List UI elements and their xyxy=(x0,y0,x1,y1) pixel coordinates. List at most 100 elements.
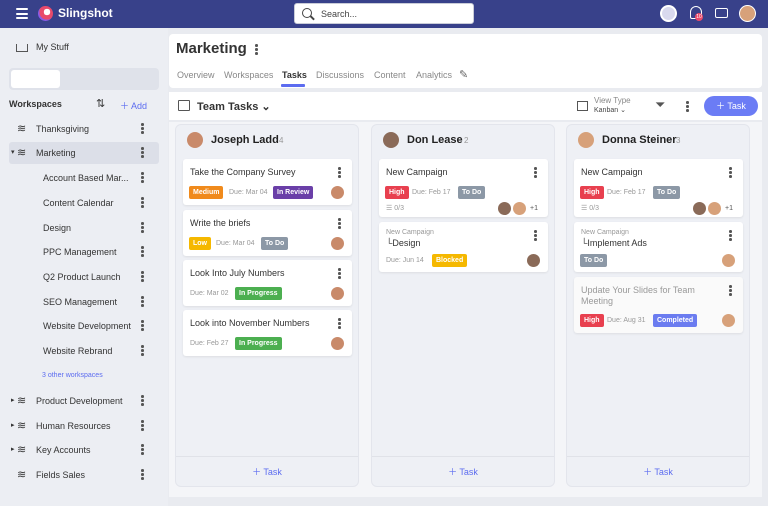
add-task-label: Task xyxy=(263,467,282,477)
sidebar-item-product-development[interactable]: ▸ ≋ Product Development xyxy=(0,390,168,412)
priority-badge: High xyxy=(580,314,604,327)
card-more-icon[interactable] xyxy=(338,268,341,280)
tab-discussions[interactable]: Discussions xyxy=(316,70,364,80)
sidebar-subitem[interactable]: SEO Management xyxy=(0,291,168,313)
task-card[interactable]: New Campaign High Due: Feb 17 To Do ☰ 0/… xyxy=(574,159,743,217)
view-type-icon[interactable] xyxy=(577,101,588,111)
filter-icon[interactable]: ⏷ xyxy=(655,97,665,113)
task-card[interactable]: New Campaign └Design Due: Jun 14 Blocked xyxy=(379,222,548,272)
tab-overview[interactable]: Overview xyxy=(177,70,215,80)
edit-pencil-icon[interactable]: ✎ xyxy=(459,68,468,81)
card-more-icon[interactable] xyxy=(534,230,537,242)
status-badge[interactable]: Completed xyxy=(653,314,698,327)
tab-analytics[interactable]: Analytics xyxy=(416,70,452,80)
sidebar-subitem[interactable]: Design xyxy=(0,217,168,239)
page-more-icon[interactable] xyxy=(255,44,258,56)
sidebar-subitem[interactable]: Account Based Mar... xyxy=(0,167,168,189)
sidebar-subitem[interactable]: Q2 Product Launch xyxy=(0,266,168,288)
caret-right-icon[interactable]: ▸ xyxy=(11,445,15,453)
more-options-icon[interactable] xyxy=(141,147,144,158)
menu-icon[interactable] xyxy=(16,8,28,19)
more-options-icon[interactable] xyxy=(141,444,144,455)
tab-bookmark-icon[interactable] xyxy=(60,70,109,88)
more-options-icon[interactable] xyxy=(141,222,144,233)
status-badge[interactable]: To Do xyxy=(261,237,289,250)
sidebar-subitem[interactable]: Website Rebrand xyxy=(0,340,168,362)
task-card[interactable]: Take the Company Survey Medium Due: Mar … xyxy=(183,159,352,205)
other-workspaces-link[interactable]: 3 other workspaces xyxy=(42,372,103,379)
view-type-value: Kanban xyxy=(594,107,619,114)
status-badge[interactable]: To Do xyxy=(580,254,608,267)
more-options-icon[interactable] xyxy=(141,123,144,134)
task-card[interactable]: Look into November Numbers Due: Feb 27 I… xyxy=(183,310,352,356)
avatar xyxy=(498,202,511,215)
more-options-icon[interactable] xyxy=(141,395,144,406)
task-card[interactable]: Update Your Slides for Team Meeting High… xyxy=(574,277,743,333)
caret-right-icon[interactable]: ▸ xyxy=(11,421,15,429)
caret-right-icon[interactable]: ▸ xyxy=(11,396,15,404)
caret-down-icon[interactable]: ▾ xyxy=(11,148,15,156)
sidebar-subitem[interactable]: Website Development xyxy=(0,315,168,337)
more-options-icon[interactable] xyxy=(141,296,144,307)
search-input[interactable]: Search... xyxy=(294,3,474,24)
subtask-title: Implement Ads xyxy=(587,238,647,248)
sidebar-item-my-stuff[interactable]: My Stuff xyxy=(0,36,168,58)
sort-icon[interactable]: ⇅ xyxy=(96,97,105,110)
tab-tasks[interactable]: Tasks xyxy=(282,70,307,80)
sidebar-item-marketing[interactable]: ▾ ≋ Marketing xyxy=(9,142,159,164)
card-more-icon[interactable] xyxy=(338,218,341,230)
tab-workspaces-layers-icon[interactable] xyxy=(11,70,60,88)
more-options-icon[interactable] xyxy=(141,420,144,431)
more-options-icon[interactable] xyxy=(141,172,144,183)
status-badge[interactable]: To Do xyxy=(458,186,486,199)
panel-toggle-icon[interactable] xyxy=(178,100,190,111)
profile-avatar[interactable] xyxy=(739,5,756,22)
board-selector[interactable]: Team Tasks ⌄ xyxy=(197,100,271,113)
avatar xyxy=(383,132,399,148)
more-options-icon[interactable] xyxy=(141,320,144,331)
status-badge[interactable]: In Review xyxy=(273,186,314,199)
add-task-button[interactable]: ＋ Task xyxy=(704,96,758,116)
task-card[interactable]: New Campaign High Due: Feb 17 To Do ☰ 0/… xyxy=(379,159,548,217)
status-badge[interactable]: Blocked xyxy=(432,254,468,267)
more-options-icon[interactable] xyxy=(141,246,144,257)
card-more-icon[interactable] xyxy=(729,167,732,179)
sidebar-item-key-accounts[interactable]: ▸ ≋ Key Accounts xyxy=(0,439,168,461)
add-label: Add xyxy=(131,101,148,111)
tab-content[interactable]: Content xyxy=(374,70,406,80)
card-more-icon[interactable] xyxy=(729,285,732,297)
add-task-label: Task xyxy=(459,467,478,477)
column-add-task-button[interactable]: ＋ Task xyxy=(176,456,358,486)
sidebar-item-fields-sales[interactable]: ≋ Fields Sales xyxy=(0,464,168,486)
task-card[interactable]: Look Into July Numbers Due: Mar 02 In Pr… xyxy=(183,260,352,306)
card-more-icon[interactable] xyxy=(338,167,341,179)
card-more-icon[interactable] xyxy=(338,318,341,330)
more-options-icon[interactable] xyxy=(141,345,144,356)
status-badge[interactable]: In Progress xyxy=(235,287,282,300)
user-status-avatar[interactable] xyxy=(660,5,677,22)
task-card[interactable]: New Campaign └Implement Ads To Do xyxy=(574,222,743,272)
sidebar-subitem[interactable]: Content Calendar xyxy=(0,192,168,214)
column-count: 4 xyxy=(279,136,284,145)
column-add-task-button[interactable]: ＋ Task xyxy=(372,456,554,486)
tab-workspaces[interactable]: Workspaces xyxy=(224,70,273,80)
column-add-task-button[interactable]: ＋ Task xyxy=(567,456,749,486)
sidebar-label: PPC Management xyxy=(43,247,117,257)
chat-icon[interactable] xyxy=(715,8,728,18)
more-options-icon[interactable] xyxy=(141,197,144,208)
view-type-select[interactable]: Kanban ⌄ xyxy=(594,106,626,114)
card-more-icon[interactable] xyxy=(534,167,537,179)
more-options-icon[interactable] xyxy=(141,469,144,480)
add-workspace-button[interactable]: ＋ Add xyxy=(120,99,147,112)
card-more-icon[interactable] xyxy=(729,230,732,242)
more-options-icon[interactable] xyxy=(141,271,144,282)
sidebar-subitem[interactable]: PPC Management xyxy=(0,241,168,263)
sidebar-item-thanksgiving[interactable]: ≋ Thanksgiving xyxy=(0,118,168,140)
status-badge[interactable]: In Progress xyxy=(235,337,282,350)
tab-people-icon[interactable] xyxy=(109,70,158,88)
status-badge[interactable]: To Do xyxy=(653,186,681,199)
due-date: Due: Aug 31 xyxy=(607,317,646,324)
toolbar-more-icon[interactable] xyxy=(686,101,689,113)
task-card[interactable]: Write the briefs Low Due: Mar 04 To Do xyxy=(183,210,352,256)
sidebar-item-human-resources[interactable]: ▸ ≋ Human Resources xyxy=(0,415,168,437)
